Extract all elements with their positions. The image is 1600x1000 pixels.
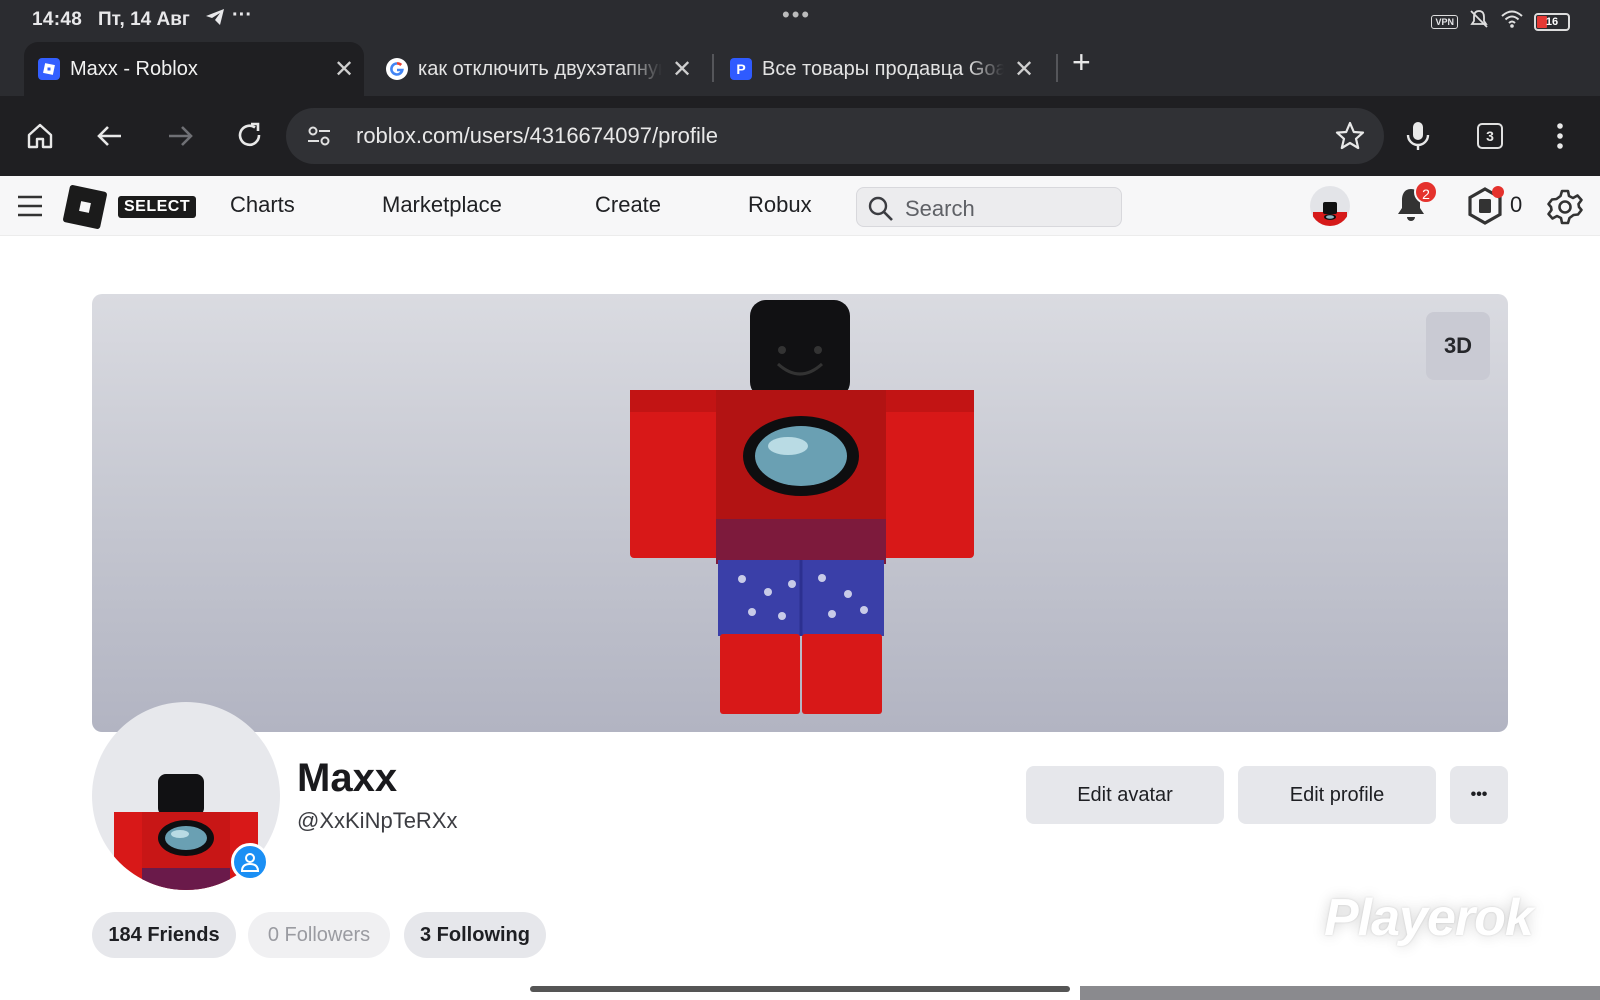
bookmark-star-icon[interactable] (1334, 120, 1366, 157)
nav-create[interactable]: Create (595, 192, 661, 218)
battery-icon: 16 (1534, 13, 1570, 31)
site-settings-icon[interactable] (306, 124, 332, 153)
select-badge: SELECT (118, 196, 197, 218)
forward-arrow-icon[interactable] (160, 116, 200, 156)
robux-alert-dot (1492, 186, 1504, 198)
search-placeholder: Search (905, 196, 975, 221)
robux-icon[interactable] (1466, 186, 1504, 231)
tab-separator (1056, 54, 1058, 82)
back-arrow-icon[interactable] (90, 116, 130, 156)
bottom-edge-bar (1080, 986, 1600, 1000)
nav-marketplace[interactable]: Marketplace (382, 192, 502, 218)
tab-close-icon[interactable]: ✕ (324, 55, 364, 84)
roblox-favicon-icon (38, 58, 60, 80)
notification-badge: 2 (1414, 180, 1438, 204)
wifi-icon (1500, 9, 1524, 35)
hamburger-menu-icon[interactable] (16, 193, 44, 224)
browser-toolbar: roblox.com/users/4316674097/profile 3 (0, 96, 1600, 176)
horizontal-scrollbar[interactable] (530, 986, 1070, 992)
verified-user-icon (231, 843, 269, 881)
roblox-logo-icon[interactable] (62, 184, 108, 230)
username: @XxKiNpTeRXx (297, 808, 458, 833)
more-options-button[interactable]: ••• (1450, 766, 1508, 824)
avatar-banner[interactable]: 3D (92, 294, 1508, 732)
tab-title: Maxx - Roblox (70, 57, 198, 80)
toggle-3d-button[interactable]: 3D (1426, 312, 1490, 380)
bell-muted-icon (1468, 8, 1490, 36)
status-date: Пт, 14 Авг (98, 9, 190, 30)
tab-strip: Maxx - Roblox ✕ как отключить двухэтапну… (0, 40, 1600, 96)
friends-count[interactable]: 184 Friends (92, 912, 236, 958)
tab-title: Все товары продавца Goal (762, 57, 1004, 80)
google-favicon-icon (386, 58, 408, 80)
tab-switcher-button[interactable]: 3 (1470, 116, 1510, 156)
browser-menu-icon[interactable] (1540, 116, 1580, 156)
tab-roblox[interactable]: Maxx - Roblox ✕ (24, 42, 364, 96)
gear-icon[interactable] (1546, 188, 1584, 231)
display-name: Maxx (297, 756, 398, 800)
telegram-icon (205, 8, 225, 32)
address-bar[interactable]: roblox.com/users/4316674097/profile (286, 108, 1384, 164)
nav-robux[interactable]: Robux (748, 192, 812, 218)
tab-separator (712, 54, 714, 82)
edit-avatar-button[interactable]: Edit avatar (1026, 766, 1224, 824)
url-text[interactable]: roblox.com/users/4316674097/profile (356, 123, 718, 149)
followers-count[interactable]: 0 Followers (248, 912, 390, 958)
tab-title: как отключить двухэтапную (418, 57, 662, 80)
tab-google[interactable]: как отключить двухэтапную ✕ (372, 42, 702, 96)
search-icon (867, 195, 895, 228)
following-count[interactable]: 3 Following (404, 912, 546, 958)
tab-close-icon[interactable]: ✕ (662, 55, 702, 84)
reload-icon[interactable] (230, 116, 270, 156)
playerok-watermark: Playerok (1324, 889, 1534, 947)
robux-balance[interactable]: 0 (1510, 192, 1522, 218)
search-input[interactable]: Search (856, 187, 1122, 227)
roblox-navbar: SELECT Charts Marketplace Create Robux S… (0, 176, 1600, 236)
notifications-button[interactable]: 2 (1394, 180, 1438, 229)
new-tab-plus-icon[interactable]: + (1072, 44, 1091, 81)
battery-level: 16 (1545, 16, 1559, 28)
nav-charts[interactable]: Charts (230, 192, 295, 218)
multiwindow-handle[interactable]: ••• (782, 2, 811, 28)
edit-profile-button[interactable]: Edit profile (1238, 766, 1436, 824)
status-more-icon: ··· (232, 4, 252, 26)
microphone-icon[interactable] (1398, 116, 1438, 156)
vpn-icon: VPN (1431, 15, 1458, 29)
home-icon[interactable] (20, 116, 60, 156)
tab-count: 3 (1477, 123, 1503, 149)
playerok-favicon-icon: P (730, 58, 752, 80)
status-bar: 14:48 Пт, 14 Авг ··· ••• VPN 16 (0, 0, 1600, 40)
status-icons: VPN 16 (1431, 8, 1570, 36)
tab-playerok[interactable]: P Все товары продавца Goal ✕ (716, 42, 1044, 96)
avatar-3d-render (630, 300, 974, 714)
status-time: 14:48 (32, 9, 83, 30)
tab-close-icon[interactable]: ✕ (1004, 55, 1044, 84)
nav-avatar[interactable] (1310, 186, 1350, 226)
